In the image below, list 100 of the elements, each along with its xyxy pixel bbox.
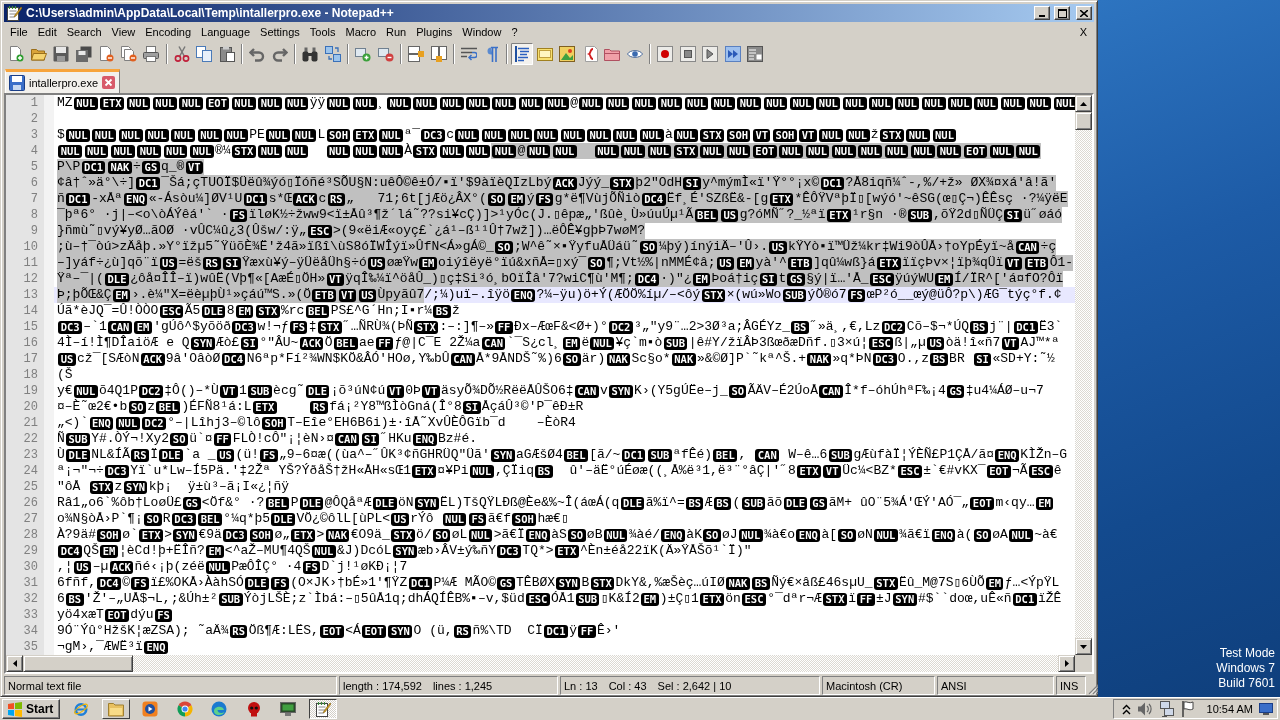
- paste-icon[interactable]: [218, 45, 235, 62]
- menu-item[interactable]: Edit: [32, 24, 62, 39]
- sync-horizontal-icon[interactable]: [430, 45, 447, 62]
- control-code-label: NUL: [603, 528, 628, 542]
- control-code-label: NUL: [621, 144, 645, 158]
- network-icon[interactable]: [1158, 701, 1175, 717]
- control-code-label: DC2: [142, 416, 166, 430]
- undo-icon[interactable]: [249, 45, 266, 62]
- wave-logo-icon[interactable]: [211, 701, 227, 717]
- line-number: 2: [30, 111, 38, 127]
- control-code-label: DC3: [232, 320, 257, 334]
- chevron-up-icon[interactable]: [1121, 703, 1131, 715]
- record-icon[interactable]: [657, 45, 674, 62]
- document-panel-icon[interactable]: [536, 45, 553, 62]
- menu-item[interactable]: ?: [506, 24, 523, 39]
- close-button[interactable]: [1076, 6, 1092, 20]
- zoom-out-icon[interactable]: [377, 45, 394, 62]
- control-code-label: STX: [590, 576, 615, 590]
- play-tile-icon[interactable]: [142, 701, 158, 717]
- print-icon[interactable]: [143, 45, 160, 62]
- control-code-label: NUL: [819, 128, 844, 142]
- binary-text: B: [581, 575, 590, 591]
- picture-icon[interactable]: [559, 45, 576, 62]
- binary-text: ãM+ ûO¨5¾Á'ŒÝ'AÓ¯„: [828, 495, 970, 511]
- copy-icon[interactable]: [196, 45, 213, 62]
- new-file-icon[interactable]: [8, 45, 25, 62]
- binary-text: MZ: [57, 95, 73, 111]
- control-code-label: NUL: [884, 144, 909, 158]
- binary-text: À: [404, 143, 413, 159]
- zoom-in-icon[interactable]: [355, 45, 372, 62]
- scrollbar-thumb[interactable]: [23, 655, 133, 672]
- control-code-label: ETX: [826, 208, 851, 222]
- menu-item[interactable]: Run: [381, 24, 412, 39]
- play-icon[interactable]: [702, 45, 719, 62]
- menu-item[interactable]: Plugins: [411, 24, 458, 39]
- binary-text: ü`¤: [189, 431, 213, 447]
- control-code-label: NUL: [481, 128, 506, 142]
- monitor-icon[interactable]: [280, 701, 296, 717]
- menu-item[interactable]: Search: [61, 24, 107, 39]
- close-all-icon[interactable]: [120, 45, 137, 62]
- scroll-up-button[interactable]: [1075, 95, 1092, 112]
- stop-icon[interactable]: [679, 45, 696, 62]
- control-code-label: BEL: [333, 336, 358, 350]
- round-logo-icon[interactable]: [176, 701, 193, 717]
- minimize-button[interactable]: [1034, 6, 1050, 20]
- control-code-label: VT: [185, 160, 204, 174]
- save-all-icon[interactable]: [75, 45, 92, 62]
- menu-item[interactable]: Encoding: [140, 24, 197, 39]
- binary-text: c: [446, 127, 455, 143]
- binary-text: c: [318, 191, 327, 207]
- scroll-left-button[interactable]: [6, 655, 23, 672]
- skull-icon[interactable]: [245, 701, 262, 717]
- binary-text: ;ù–†¯òú>zÄåþ.»Y°ïžµ5˜ŸüõÈ¾Ë'ž4ã»ïßî\ùS8óÏWÎýï»ÛfN<Á»gÁ©_: [57, 239, 494, 255]
- redo-icon[interactable]: [271, 45, 288, 62]
- indent-guide-icon[interactable]: [511, 42, 534, 65]
- menu-item[interactable]: Tools: [304, 24, 341, 39]
- close-document-button[interactable]: X: [1076, 24, 1090, 39]
- menu-item[interactable]: Window: [457, 24, 507, 39]
- flag-icon[interactable]: [1180, 701, 1197, 717]
- desktop-icon[interactable]: [1259, 703, 1273, 715]
- speaker-icon[interactable]: [1136, 701, 1153, 717]
- binary-text: $: [57, 127, 65, 143]
- control-code-label: SO: [729, 384, 747, 398]
- control-code-label: NUL: [590, 336, 615, 350]
- close-icon[interactable]: [102, 76, 116, 89]
- binary-text: j¨|: [989, 319, 1013, 335]
- start-button[interactable]: Start: [2, 699, 60, 719]
- word-wrap-icon[interactable]: [461, 45, 478, 62]
- binary-text: ,: [738, 447, 748, 463]
- maximize-button[interactable]: [1054, 6, 1070, 20]
- replace-icon[interactable]: [324, 45, 341, 62]
- binary-text: y€: [57, 383, 73, 399]
- control-code-label: ACK: [552, 176, 577, 190]
- scroll-down-button[interactable]: [1075, 638, 1092, 655]
- menu-item[interactable]: Language: [196, 24, 256, 39]
- control-code-label: BEL: [694, 208, 719, 222]
- menu-item[interactable]: File: [5, 24, 33, 39]
- list-grid-icon[interactable]: [747, 45, 764, 62]
- menu-item[interactable]: Settings: [255, 24, 305, 39]
- scrollbar-thumb[interactable]: [1075, 112, 1092, 130]
- control-code-label: NUL: [171, 128, 196, 142]
- save-icon[interactable]: [53, 45, 70, 62]
- cut-icon[interactable]: [173, 45, 190, 62]
- sync-vertical-icon[interactable]: [408, 45, 425, 62]
- binary-text: –]yáf÷¿ù]qõ¨ï: [57, 255, 159, 271]
- binary-text: )±Ç▯1: [659, 591, 699, 607]
- control-code-label: ETX: [797, 464, 821, 478]
- scroll-right-button[interactable]: [1058, 655, 1075, 672]
- menu-item[interactable]: Macro: [340, 24, 382, 39]
- menu-item[interactable]: View: [106, 24, 141, 39]
- line-number: 29: [23, 543, 38, 559]
- binoculars-icon[interactable]: [302, 45, 319, 62]
- orbit-logo-icon[interactable]: [73, 701, 89, 717]
- control-code-label: NUL: [579, 96, 604, 110]
- control-code-label: BEL: [156, 400, 181, 414]
- binary-text: ÅçáÛ³©'P¯êÐ±R: [481, 399, 584, 415]
- close-file-icon[interactable]: [98, 45, 115, 62]
- taskbar-button[interactable]: [308, 699, 337, 719]
- file-tab[interactable]: intallerpro.exe: [5, 69, 121, 93]
- fast-forward-icon[interactable]: [724, 45, 741, 62]
